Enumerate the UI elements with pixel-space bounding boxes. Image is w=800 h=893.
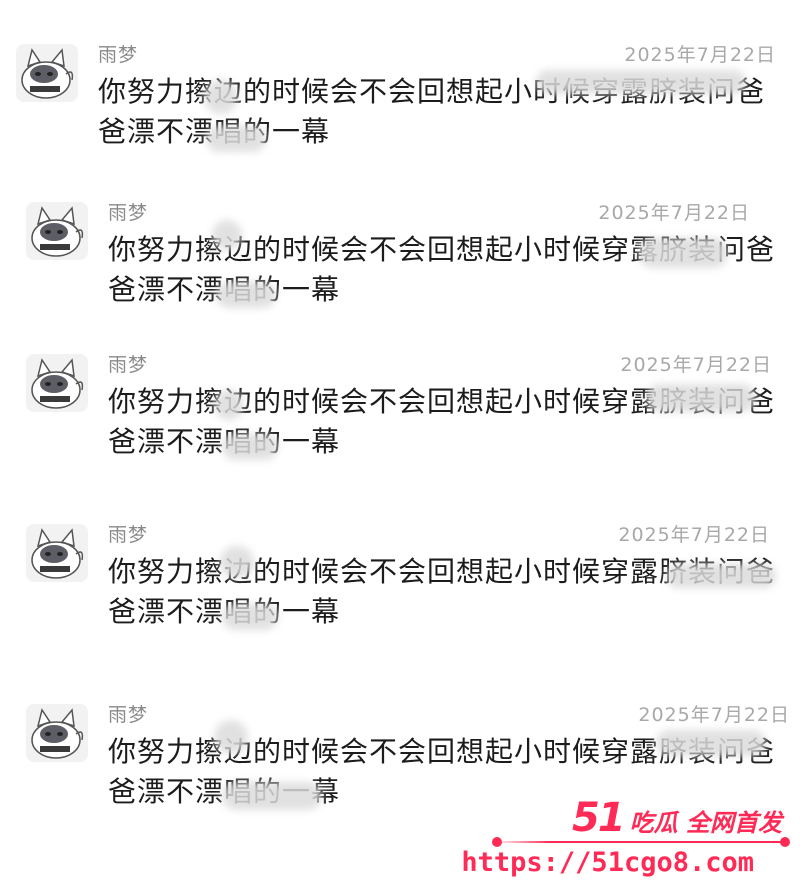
watermark-divider [492, 841, 782, 843]
comment-item: 雨梦 2025年7月22日 你努力擦边的时候会不会回想起小时候穿露脐装问爸爸漂不… [26, 350, 786, 490]
username[interactable]: 雨梦 [108, 350, 148, 377]
watermark-dot-icon [492, 837, 502, 847]
comment-item: 雨梦 2025年7月22日 你努力擦边的时候会不会回想起小时候穿露脐装问爸爸漂不… [26, 198, 786, 338]
cat-avatar-icon [26, 704, 88, 762]
username[interactable]: 雨梦 [98, 40, 138, 67]
avatar[interactable] [16, 44, 78, 102]
cat-avatar-icon [16, 44, 78, 102]
comment-date: 2025年7月22日 [598, 202, 750, 224]
redaction-blur [656, 730, 766, 756]
redaction-blur [212, 220, 242, 250]
redaction-blur [206, 126, 266, 152]
redaction-blur [216, 282, 276, 308]
comment-date: 2025年7月22日 [618, 524, 770, 546]
avatar[interactable] [26, 202, 88, 260]
watermark-brand-text: 吃瓜 全网首发 [629, 809, 782, 837]
comment-date: 2025年7月22日 [620, 354, 772, 376]
username[interactable]: 雨梦 [108, 520, 148, 547]
cat-avatar-icon [26, 524, 88, 582]
avatar[interactable] [26, 524, 88, 582]
redaction-blur [214, 390, 244, 420]
username[interactable]: 雨梦 [108, 700, 148, 727]
redaction-blur [204, 80, 238, 114]
redaction-blur [222, 434, 278, 460]
redaction-blur [220, 546, 254, 578]
redaction-blur [666, 564, 776, 588]
comment-item: 雨梦 2025年7月22日 你努力擦边的时候会不会回想起小时候穿露脐装问爸爸漂不… [16, 40, 776, 180]
avatar[interactable] [26, 354, 88, 412]
avatar[interactable] [26, 704, 88, 762]
comment-item: 雨梦 2025年7月22日 你努力擦边的时候会不会回想起小时候穿露脐装问爸爸漂不… [26, 520, 786, 660]
redaction-blur [536, 70, 746, 94]
watermark-dot-icon [780, 837, 790, 847]
redaction-blur [638, 238, 728, 268]
cat-avatar-icon [26, 354, 88, 412]
watermark-brand-number: 51 [571, 795, 626, 841]
cat-avatar-icon [26, 202, 88, 260]
redaction-blur [646, 384, 756, 412]
comment-date: 2025年7月22日 [624, 44, 776, 66]
redaction-blur [222, 604, 278, 630]
watermark-brand: 51 吃瓜 全网首发 [572, 795, 782, 841]
comment-date: 2025年7月22日 [638, 704, 790, 726]
watermark: 51 吃瓜 全网首发 https://51cgo8.com [461, 795, 792, 887]
redaction-blur [214, 720, 248, 754]
watermark-url: https://51cgo8.com [461, 847, 754, 878]
redaction-blur [222, 782, 322, 810]
username[interactable]: 雨梦 [108, 198, 148, 225]
